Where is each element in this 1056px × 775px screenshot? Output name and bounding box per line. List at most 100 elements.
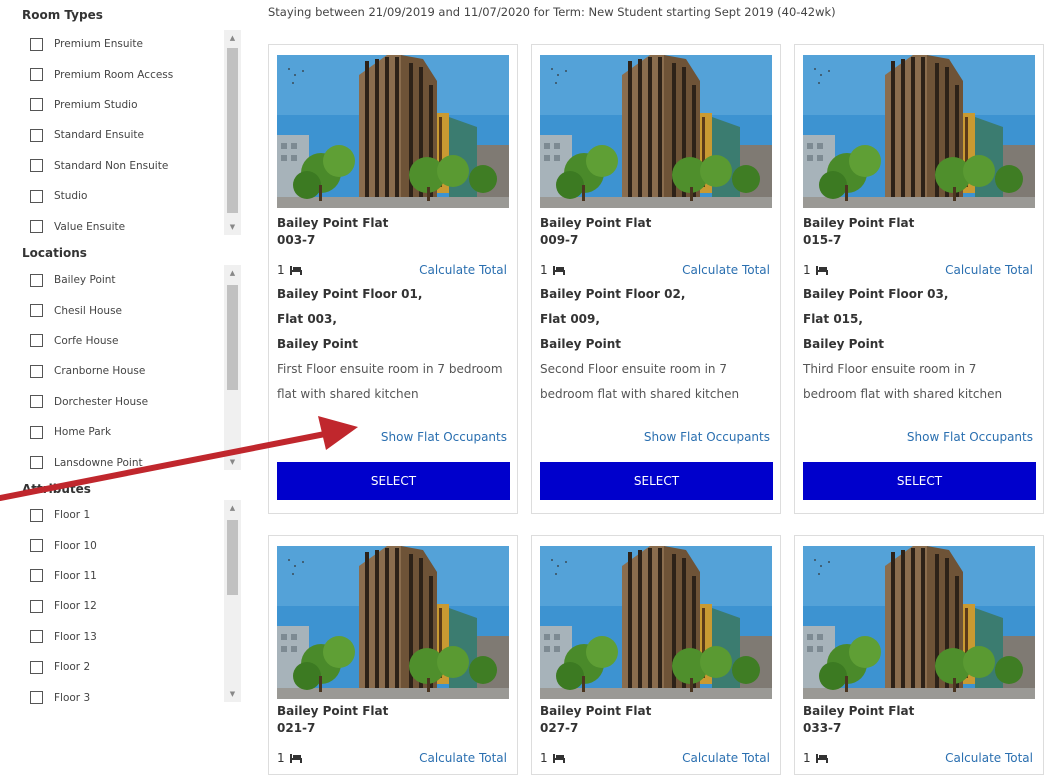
- checkbox[interactable]: [30, 68, 43, 82]
- select-button[interactable]: SELECT: [803, 462, 1036, 500]
- calculate-total-link[interactable]: Calculate Total: [419, 263, 507, 277]
- scroll-down-icon[interactable]: ▼: [224, 219, 241, 235]
- filter-option[interactable]: Studio: [30, 181, 244, 211]
- room-card: Bailey Point Flat 015-7 1 Calculate Tota…: [794, 44, 1044, 514]
- flat-code: 033-7: [803, 721, 842, 735]
- option-label: Premium Studio: [54, 98, 138, 111]
- option-label: Standard Non Ensuite: [54, 159, 169, 172]
- option-label: Standard Ensuite: [54, 129, 145, 142]
- scroll-up-icon[interactable]: ▲: [224, 30, 241, 46]
- bed-count-value: 1: [277, 263, 285, 277]
- checkbox[interactable]: [30, 660, 43, 674]
- bed-count-value: 1: [803, 751, 811, 765]
- filter-option[interactable]: Premium Ensuite: [30, 29, 244, 59]
- room-types-scrollbar[interactable]: ▲ ▼: [224, 30, 241, 235]
- flat-code: 003-7: [277, 233, 316, 247]
- building-image: [277, 55, 509, 208]
- calculate-total-link[interactable]: Calculate Total: [682, 751, 770, 765]
- filter-option[interactable]: Home Park: [30, 417, 244, 447]
- filter-option[interactable]: Value Ensuite: [30, 211, 244, 235]
- scroll-down-icon[interactable]: ▼: [224, 454, 241, 470]
- checkbox[interactable]: [30, 98, 43, 112]
- filter-option[interactable]: Chesil House: [30, 295, 244, 325]
- locations-scrollbar[interactable]: ▲ ▼: [224, 265, 241, 470]
- filter-option[interactable]: Floor 1: [30, 500, 244, 530]
- scroll-up-icon[interactable]: ▲: [224, 265, 241, 281]
- checkbox[interactable]: [30, 364, 43, 378]
- filter-option[interactable]: Cranborne House: [30, 356, 244, 386]
- select-button[interactable]: SELECT: [277, 462, 510, 500]
- filter-option[interactable]: Floor 13: [30, 622, 244, 652]
- filter-option[interactable]: Corfe House: [30, 326, 244, 356]
- checkbox[interactable]: [30, 334, 43, 348]
- checkbox[interactable]: [30, 508, 43, 522]
- checkbox[interactable]: [30, 539, 43, 553]
- checkbox[interactable]: [30, 691, 43, 705]
- filter-option[interactable]: Premium Studio: [30, 90, 244, 120]
- card-title: Bailey Point Flat: [540, 216, 652, 230]
- option-label: Cranborne House: [54, 365, 146, 378]
- filter-option[interactable]: Floor 2: [30, 652, 244, 682]
- card-info-row: 1 Calculate Total: [540, 263, 770, 277]
- card-info-row: 1 Calculate Total: [540, 751, 770, 765]
- option-label: Floor 11: [54, 569, 97, 582]
- card-title: Bailey Point Flat: [277, 216, 389, 230]
- calculate-total-link[interactable]: Calculate Total: [945, 263, 1033, 277]
- show-flat-occupants-link[interactable]: Show Flat Occupants: [907, 430, 1033, 444]
- checkbox[interactable]: [30, 304, 43, 318]
- bed-icon: [815, 266, 828, 275]
- scroll-thumb[interactable]: [227, 520, 238, 595]
- option-label: Lansdowne Point: [54, 456, 143, 469]
- select-button[interactable]: SELECT: [540, 462, 773, 500]
- checkbox[interactable]: [30, 456, 43, 470]
- checkbox[interactable]: [30, 395, 43, 409]
- filter-option[interactable]: Floor 10: [30, 530, 244, 560]
- calculate-total-link[interactable]: Calculate Total: [419, 751, 507, 765]
- checkbox[interactable]: [30, 220, 43, 234]
- show-flat-occupants-link[interactable]: Show Flat Occupants: [644, 430, 770, 444]
- scroll-down-icon[interactable]: ▼: [224, 686, 241, 702]
- room-description-line-1: First Floor ensuite room in 7 bedroom: [277, 362, 503, 376]
- filter-option[interactable]: Premium Room Access: [30, 59, 244, 89]
- bed-count: 1: [540, 263, 566, 277]
- checkbox[interactable]: [30, 37, 43, 51]
- scroll-thumb[interactable]: [227, 285, 238, 390]
- checkbox[interactable]: [30, 569, 43, 583]
- room-description-line-2: flat with shared kitchen: [277, 387, 419, 401]
- checkbox[interactable]: [30, 128, 43, 142]
- bed-count: 1: [277, 263, 303, 277]
- calculate-total-link[interactable]: Calculate Total: [682, 263, 770, 277]
- filter-option[interactable]: Floor 11: [30, 561, 244, 591]
- bed-icon: [552, 754, 565, 763]
- checkbox[interactable]: [30, 630, 43, 644]
- show-flat-occupants-link[interactable]: Show Flat Occupants: [381, 430, 507, 444]
- checkbox[interactable]: [30, 273, 43, 287]
- card-title: Bailey Point Flat: [540, 704, 652, 718]
- filter-option[interactable]: Lansdowne Point: [30, 447, 244, 470]
- address-line-2: Flat 009,: [540, 312, 600, 326]
- filter-option[interactable]: Floor 12: [30, 591, 244, 621]
- locations-list: Bailey Point Chesil House Corfe House Cr…: [30, 265, 244, 470]
- address-line-2: Flat 003,: [277, 312, 337, 326]
- filter-option[interactable]: Bailey Point: [30, 265, 244, 295]
- checkbox[interactable]: [30, 189, 43, 203]
- filter-sidebar: Room Types Premium Ensuite Premium Room …: [0, 0, 250, 765]
- bed-count-value: 1: [277, 751, 285, 765]
- scroll-thumb[interactable]: [227, 48, 238, 213]
- attributes-scrollbar[interactable]: ▲ ▼: [224, 500, 241, 702]
- filter-option[interactable]: Dorchester House: [30, 387, 244, 417]
- calculate-total-link[interactable]: Calculate Total: [945, 751, 1033, 765]
- scroll-up-icon[interactable]: ▲: [224, 500, 241, 516]
- option-label: Floor 1: [54, 509, 91, 522]
- option-label: Floor 10: [54, 539, 97, 552]
- checkbox[interactable]: [30, 159, 43, 173]
- filter-option[interactable]: Standard Ensuite: [30, 120, 244, 150]
- checkbox[interactable]: [30, 599, 43, 613]
- bed-count: 1: [277, 751, 303, 765]
- checkbox[interactable]: [30, 425, 43, 439]
- filter-option[interactable]: Standard Non Ensuite: [30, 151, 244, 181]
- room-card: Bailey Point Flat 033-7 1 Calculate Tota…: [794, 535, 1044, 775]
- address-line-3: Bailey Point: [803, 337, 885, 351]
- filter-option[interactable]: Floor 3: [30, 682, 244, 712]
- option-label: Studio: [54, 190, 88, 203]
